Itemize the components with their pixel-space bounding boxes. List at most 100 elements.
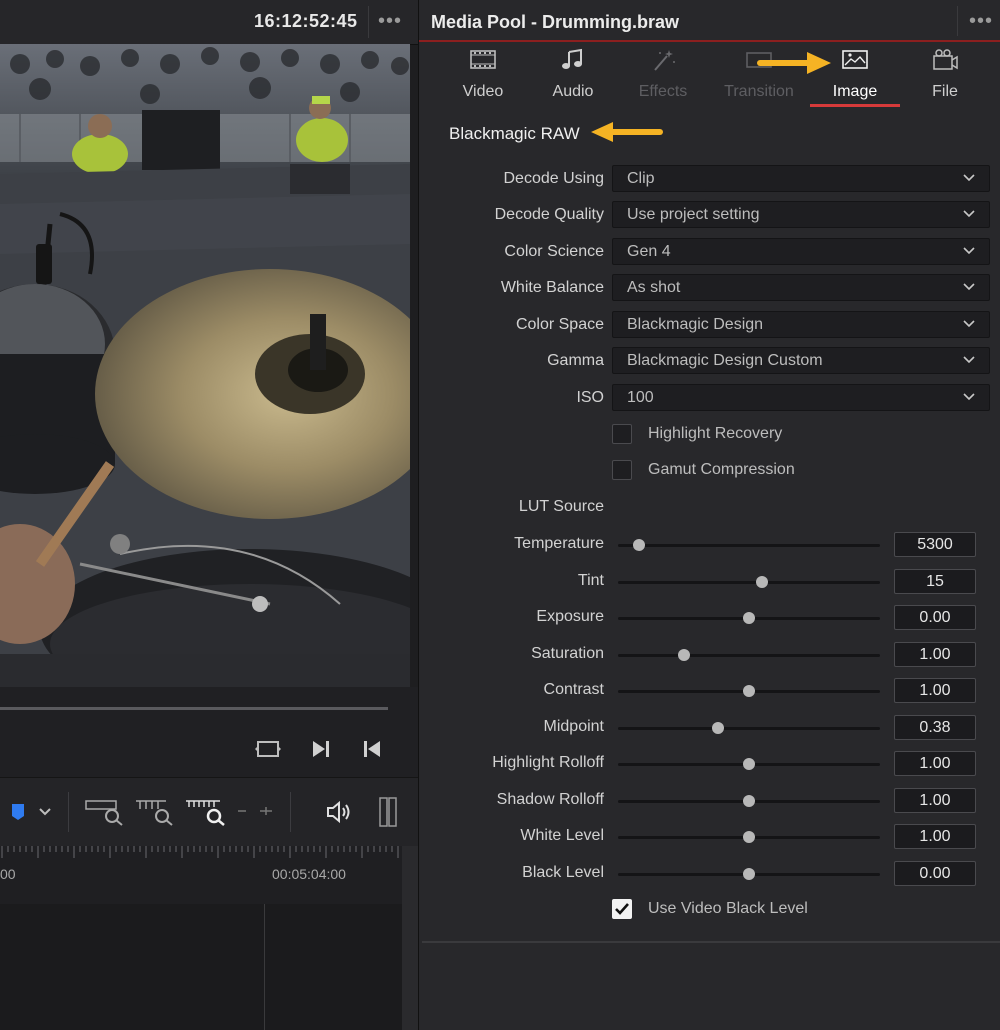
zoom-custom-icon[interactable] <box>184 798 228 826</box>
video-preview <box>0 44 410 687</box>
decode-using-dropdown[interactable]: Clip <box>612 165 990 192</box>
use-video-black-level-checkbox[interactable] <box>612 899 632 919</box>
timeline-scrollbar[interactable] <box>402 846 418 1030</box>
slider-knob[interactable] <box>677 649 690 661</box>
tab-file[interactable]: File <box>897 42 993 108</box>
slider-label: Temperature <box>514 535 604 552</box>
gamma-label: Gamma <box>547 352 604 369</box>
image-icon <box>842 50 868 69</box>
viewer-options-icon[interactable]: ••• <box>378 11 402 31</box>
lut-source-label: LUT Source <box>518 498 604 515</box>
slider-track[interactable] <box>618 831 880 843</box>
slider-value-field[interactable]: 5300 <box>894 532 976 557</box>
slider-value-field[interactable]: 0.00 <box>894 861 976 886</box>
slider-value-field[interactable]: 1.00 <box>894 788 976 813</box>
annotation-arrow-left-icon <box>591 122 663 142</box>
color-science-dropdown[interactable]: Gen 4 <box>612 238 990 265</box>
slider-track[interactable] <box>618 868 880 880</box>
ruler-label-end: 00:05:04:00 <box>272 866 346 882</box>
chevron-down-icon <box>963 320 975 328</box>
panel-options-icon[interactable]: ••• <box>969 11 993 31</box>
tab-label: Audio <box>552 83 594 100</box>
file-icon <box>933 49 958 70</box>
chevron-down-icon <box>963 247 975 255</box>
slider-track[interactable] <box>618 795 880 807</box>
slider-track[interactable] <box>618 612 880 624</box>
dropdown-value: Clip <box>627 170 655 187</box>
slider-value-field[interactable]: 1.00 <box>894 824 976 849</box>
checkmark-icon <box>615 903 629 915</box>
slider-value-field[interactable]: 0.00 <box>894 605 976 630</box>
slider-track[interactable] <box>618 722 880 734</box>
annotation-arrow-right-icon <box>757 52 831 74</box>
tab-label: Image <box>832 83 878 100</box>
tab-video[interactable]: Video <box>435 42 531 108</box>
loop-icon[interactable] <box>254 737 282 761</box>
highlight-recovery-checkbox[interactable] <box>612 424 632 444</box>
gamma-dropdown[interactable]: Blackmagic Design Custom <box>612 347 990 374</box>
slider-knob[interactable] <box>743 612 755 624</box>
header-divider <box>368 6 369 38</box>
color-space-label: Color Space <box>515 316 604 333</box>
tab-label: Video <box>462 83 504 100</box>
scrub-bar[interactable] <box>0 707 388 710</box>
iso-dropdown[interactable]: 100 <box>612 384 990 411</box>
slider-track[interactable] <box>618 649 880 661</box>
color-space-dropdown[interactable]: Blackmagic Design <box>612 311 990 338</box>
slider-track[interactable] <box>618 576 880 588</box>
zoom-full-icon[interactable] <box>84 798 126 826</box>
audio-meter-icon[interactable] <box>378 796 398 828</box>
panel-title: Media Pool - Drumming.braw <box>431 12 680 32</box>
tab-effects[interactable]: Effects <box>615 42 711 108</box>
slider-knob[interactable] <box>756 576 769 588</box>
active-tab-indicator <box>810 104 900 107</box>
chevron-down-icon <box>963 283 975 291</box>
decode-using-label: Decode Using <box>503 170 605 187</box>
flag-dropdown-icon[interactable] <box>10 802 54 822</box>
music-note-icon <box>562 48 582 69</box>
speaker-icon[interactable] <box>325 800 353 824</box>
slider-knob[interactable] <box>632 539 645 551</box>
use-video-black-level-label: Use Video Black Level <box>648 900 808 917</box>
zoom-detail-icon[interactable] <box>134 798 176 826</box>
tab-audio[interactable]: Audio <box>525 42 621 108</box>
section-title: Blackmagic RAW <box>449 124 580 143</box>
slider-track[interactable] <box>618 758 880 770</box>
viewer-panel: 16:12:52:45 ••• 00 00:05:04:00 <box>0 0 418 1030</box>
slider-track[interactable] <box>618 685 880 697</box>
dropdown-value: Blackmagic Design <box>627 316 764 333</box>
timeline-track-area[interactable] <box>0 904 402 1030</box>
slider-value-field[interactable]: 0.38 <box>894 715 976 740</box>
slider-value-field[interactable]: 1.00 <box>894 642 976 667</box>
slider-label: Shadow Rolloff <box>496 791 604 808</box>
slider-value-field[interactable]: 1.00 <box>894 678 976 703</box>
play-next-icon[interactable] <box>307 737 335 761</box>
gamut-compression-checkbox[interactable] <box>612 460 632 480</box>
white-balance-dropdown[interactable]: As shot <box>612 274 990 301</box>
dropdown-value: As shot <box>627 279 681 296</box>
decode-quality-label: Decode Quality <box>494 206 604 223</box>
slider-knob[interactable] <box>743 795 755 807</box>
slider-knob[interactable] <box>743 831 755 843</box>
decode-quality-dropdown[interactable]: Use project setting <box>612 201 990 228</box>
chevron-down-icon <box>963 174 975 182</box>
timeline-toolbar <box>0 777 418 847</box>
gamut-compression-label: Gamut Compression <box>648 461 795 478</box>
slider-value-field[interactable]: 1.00 <box>894 751 976 776</box>
go-to-start-icon[interactable] <box>358 737 386 761</box>
slider-value-field[interactable]: 15 <box>894 569 976 594</box>
timeline-ruler[interactable]: 00 00:05:04:00 <box>0 846 402 904</box>
zoom-slider-icon[interactable] <box>236 806 276 816</box>
drum-scene-image <box>0 44 410 687</box>
slider-knob[interactable] <box>743 868 755 880</box>
inspector-tabs: Video Audio Effects Transition Image Fil… <box>419 42 1000 108</box>
slider-label: Exposure <box>536 608 604 625</box>
tab-label: Effects <box>638 83 688 100</box>
slider-track[interactable] <box>618 539 880 551</box>
ruler-label-start: 00 <box>0 866 16 882</box>
slider-knob[interactable] <box>711 722 724 734</box>
panel-header: Media Pool - Drumming.braw ••• <box>419 0 1000 42</box>
slider-label: Black Level <box>522 864 604 881</box>
slider-knob[interactable] <box>743 685 755 697</box>
slider-knob[interactable] <box>743 758 755 770</box>
